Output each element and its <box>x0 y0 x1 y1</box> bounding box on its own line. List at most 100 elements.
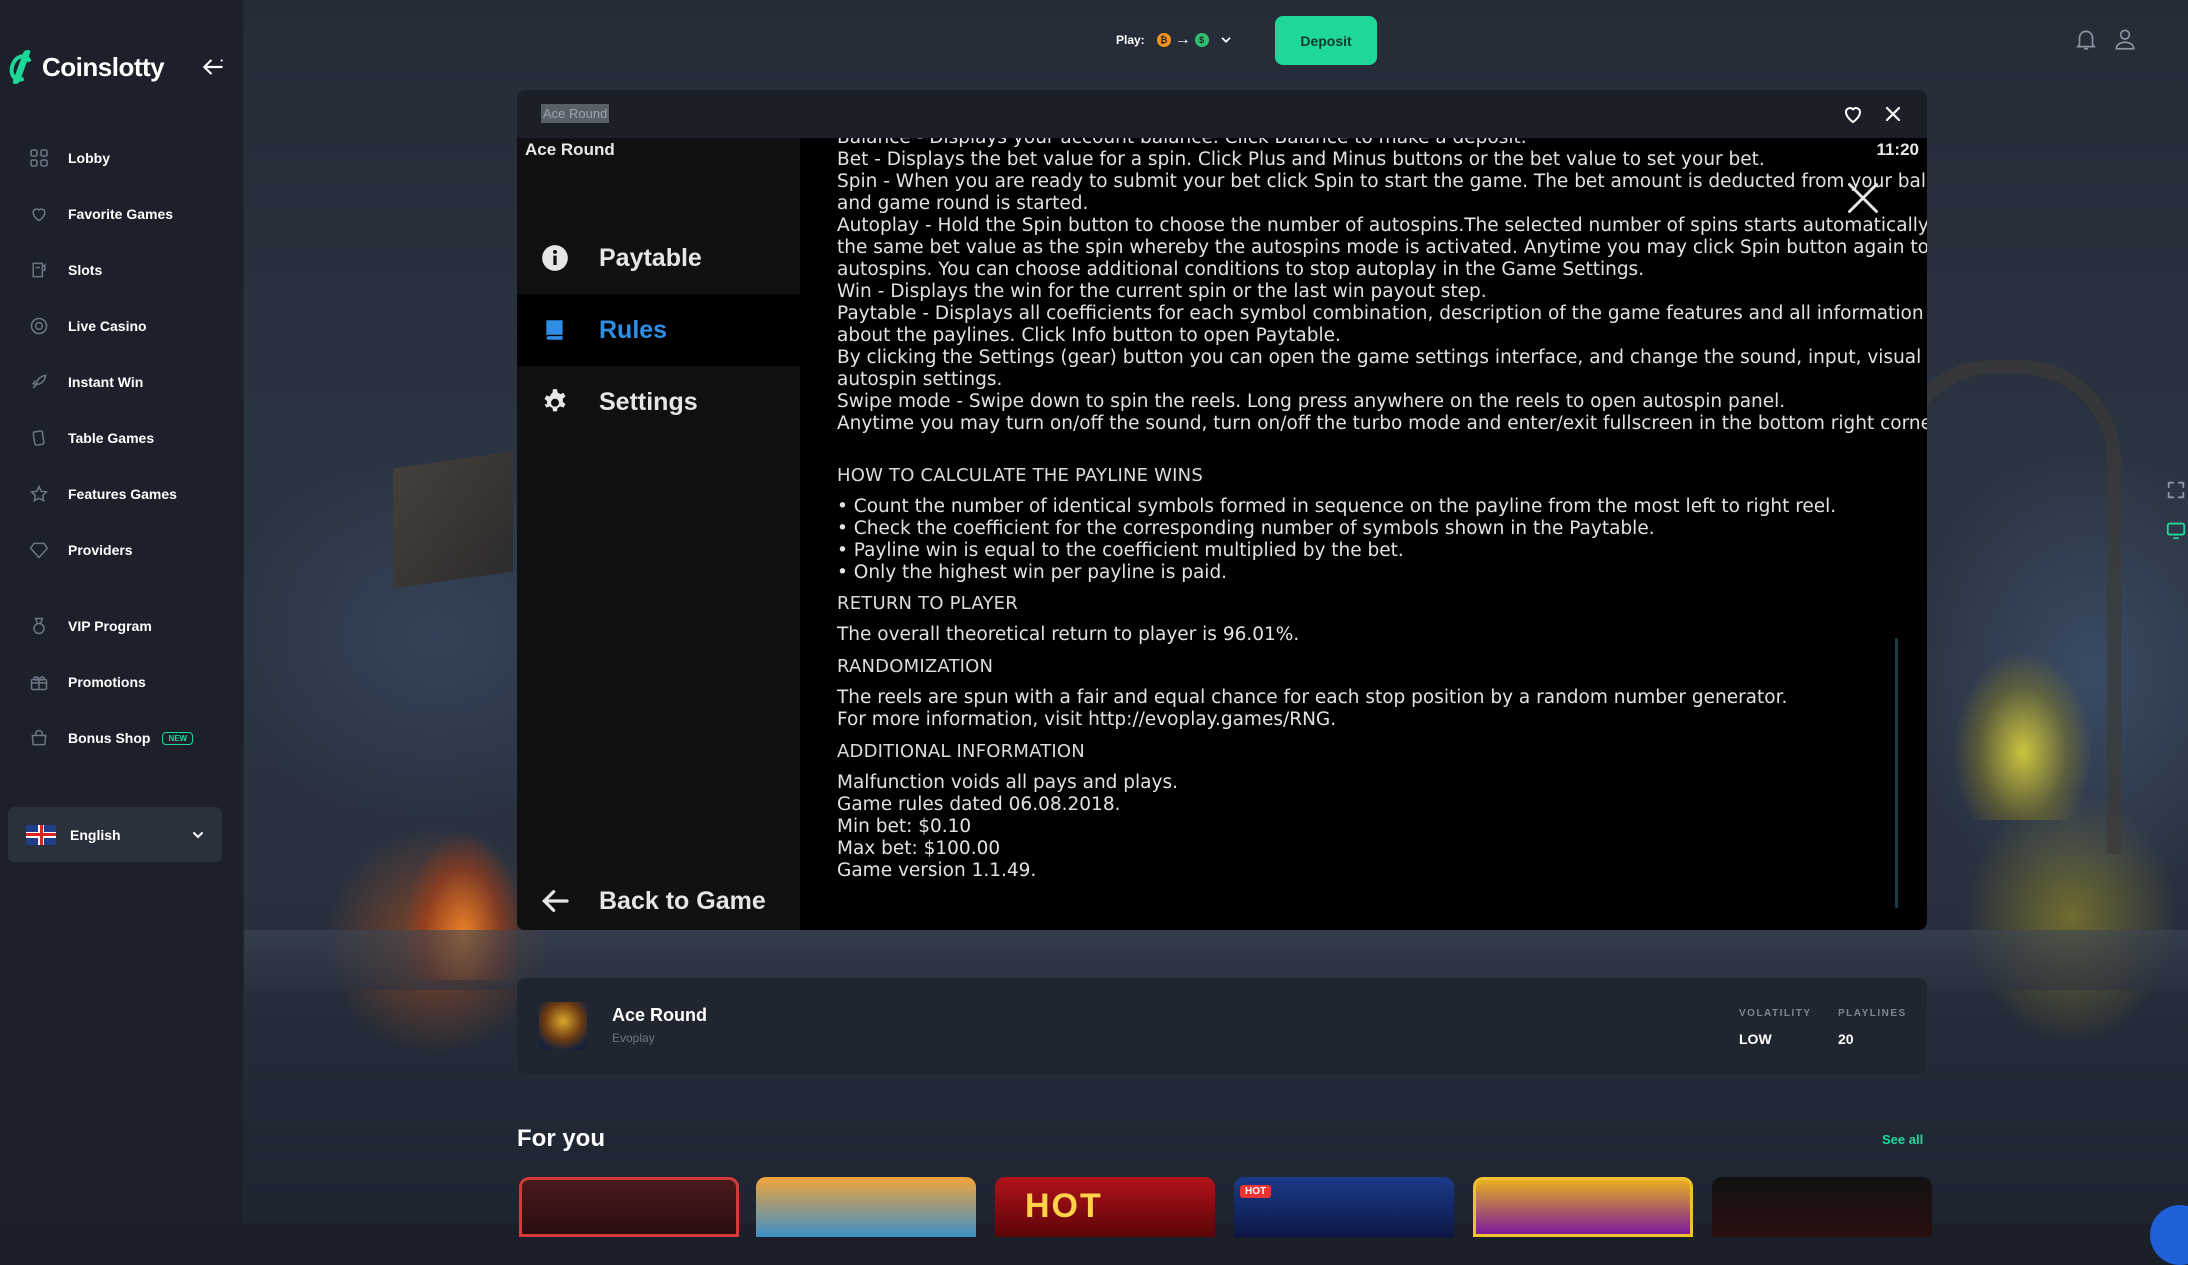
rules-line: The overall theoretical return to player… <box>837 624 1300 645</box>
rules-line: Game rules dated 06.08.2018. <box>837 794 1121 815</box>
back-to-game-button[interactable]: Back to Game <box>517 876 800 926</box>
menu-item-label: Settings <box>599 387 698 416</box>
rules-line: autospins. You can choose additional con… <box>837 259 1645 280</box>
theater-mode-icon[interactable] <box>2165 519 2187 541</box>
brand-name: Coinslotty <box>42 51 165 82</box>
sidebar-item-slots[interactable]: Slots <box>28 255 102 285</box>
sidebar-item-lobby[interactable]: Lobby <box>28 143 110 173</box>
volatility-label: VOLATILITY <box>1739 1008 1812 1019</box>
top-bar: Play: ₿ → $ Deposit <box>243 0 2188 80</box>
game-card[interactable] <box>1712 1177 1932 1237</box>
sidebar-item-label: Live Casino <box>68 318 147 334</box>
rules-line: Min bet: $0.10 <box>837 816 972 837</box>
diamond-icon <box>28 539 50 561</box>
rules-line: Balance - Displays your account balance.… <box>837 138 1927 149</box>
game-card[interactable] <box>756 1177 976 1237</box>
game-thumbnail[interactable] <box>539 1002 587 1050</box>
rules-line: about the paylines. Click Info button to… <box>837 325 1341 346</box>
sidebar-item-promotions[interactable]: Promotions <box>28 667 146 697</box>
section-header: RETURN TO PLAYER <box>837 593 1018 614</box>
background-crate <box>393 451 513 589</box>
sidebar-item-favorite-games[interactable]: Favorite Games <box>28 199 173 229</box>
heart-icon <box>28 203 50 225</box>
rules-line: Autoplay - Hold the Spin button to choos… <box>837 215 1927 236</box>
rules-line: By clicking the Settings (gear) button y… <box>837 347 1927 368</box>
chip-icon <box>28 315 50 337</box>
sidebar: Coinslotty Lobby Favorite Games Slots Li… <box>0 0 244 1223</box>
sidebar-item-label: Favorite Games <box>68 206 174 222</box>
play-label: Play: <box>1116 33 1145 47</box>
sidebar-item-label: Lobby <box>68 150 110 166</box>
game-card[interactable]: HOT <box>1234 1177 1454 1237</box>
sidebar-item-features-games[interactable]: Features Games <box>28 479 177 509</box>
game-card-title: HOT <box>1025 1187 1103 1225</box>
collapse-sidebar-icon[interactable] <box>200 54 226 80</box>
dollar-coin-icon: $ <box>1194 33 1209 47</box>
arrow-left-icon <box>542 890 569 912</box>
chevron-down-icon <box>193 831 203 838</box>
sidebar-item-label: Bonus Shop <box>68 730 151 746</box>
game-card[interactable]: HOT <box>995 1177 1215 1237</box>
bitcoin-coin-icon: ₿ <box>1156 33 1171 47</box>
playlines-value: 20 <box>1838 1031 1854 1047</box>
rules-line: The reels are spun with a fair and equal… <box>837 687 1788 708</box>
sidebar-item-bonus-shop[interactable]: Bonus Shop NEW <box>28 723 194 753</box>
rules-line: and game round is started. <box>837 193 1089 214</box>
rules-line: Malfunction voids all pays and plays. <box>837 772 1178 793</box>
sidebar-item-vip-program[interactable]: VIP Program <box>28 611 152 641</box>
rules-content[interactable]: Balance - Displays your account balance.… <box>837 138 1927 930</box>
rules-randomization-section: RANDOMIZATION The reels are spun with a … <box>837 656 1787 731</box>
game-frame-title: Ace Round <box>541 104 610 123</box>
sidebar-item-label: Features Games <box>68 486 177 502</box>
deposit-button[interactable]: Deposit <box>1275 16 1377 65</box>
background-fire-right <box>1953 650 2093 820</box>
game-card[interactable] <box>1473 1177 1693 1237</box>
currency-selector[interactable]: Play: ₿ → $ <box>1116 31 1233 49</box>
shop-icon <box>28 727 50 749</box>
game-frame: Ace Round Ace Round Paytable Rules Setti… <box>517 90 1927 930</box>
sidebar-item-table-games[interactable]: Table Games <box>28 423 154 453</box>
menu-item-paytable[interactable]: Paytable <box>517 222 800 294</box>
brand-logo[interactable]: Coinslotty <box>8 50 165 84</box>
see-all-link[interactable]: See all <box>1882 1132 1923 1147</box>
menu-item-settings[interactable]: Settings <box>517 366 800 438</box>
rules-line: Bet - Displays the bet value for a spin.… <box>837 149 1765 170</box>
rules-line: • Payline win is equal to the coefficien… <box>837 540 1404 561</box>
game-card[interactable] <box>519 1177 739 1237</box>
star-icon <box>28 483 50 505</box>
arrow-right-icon: → <box>1174 31 1191 48</box>
rules-line: Paytable - Displays all coefficients for… <box>837 303 1924 324</box>
close-icon[interactable] <box>1845 180 1881 216</box>
hot-badge: HOT <box>1240 1185 1272 1198</box>
gear-icon <box>539 386 571 418</box>
menu-item-rules[interactable]: Rules <box>517 294 800 366</box>
sidebar-item-label: Promotions <box>68 674 146 690</box>
user-icon[interactable] <box>2112 26 2138 52</box>
chevron-down-icon <box>1221 37 1231 43</box>
bell-icon[interactable] <box>2073 26 2099 52</box>
heart-icon[interactable] <box>1841 102 1865 126</box>
for-you-carousel: HOT HOT <box>517 1177 1937 1237</box>
sidebar-item-label: VIP Program <box>68 618 152 634</box>
for-you-title: For you <box>517 1125 605 1152</box>
rocket-icon <box>28 371 50 393</box>
cards-icon <box>28 427 50 449</box>
slot-machine-icon <box>28 259 50 281</box>
game-menu-panel: Ace Round Paytable Rules Settings Back t… <box>517 138 800 930</box>
sidebar-item-live-casino[interactable]: Live Casino <box>28 311 147 341</box>
game-viewport[interactable]: Ace Round Paytable Rules Settings Back t… <box>517 138 1927 930</box>
medal-icon <box>28 615 50 637</box>
game-info-card: Ace Round Evoplay VOLATILITY LOW PLAYLIN… <box>517 978 1927 1074</box>
rules-line: the same bet value as the spin whereby t… <box>837 237 1927 258</box>
rules-controls-section: Balance - Displays your account balance.… <box>837 138 1927 435</box>
section-header: HOW TO CALCULATE THE PAYLINE WINS <box>837 465 1203 486</box>
sidebar-item-instant-win[interactable]: Instant Win <box>28 367 143 397</box>
game-provider[interactable]: Evoplay <box>612 1031 655 1045</box>
game-title: Ace Round <box>525 140 615 159</box>
fullscreen-icon[interactable] <box>2165 479 2187 501</box>
rules-scrollbar[interactable] <box>1895 638 1898 908</box>
sidebar-item-providers[interactable]: Providers <box>28 535 133 565</box>
rules-line: Anytime you may turn on/off the sound, t… <box>837 413 1927 434</box>
language-selector[interactable]: English <box>8 807 222 862</box>
close-icon[interactable] <box>1881 102 1905 126</box>
